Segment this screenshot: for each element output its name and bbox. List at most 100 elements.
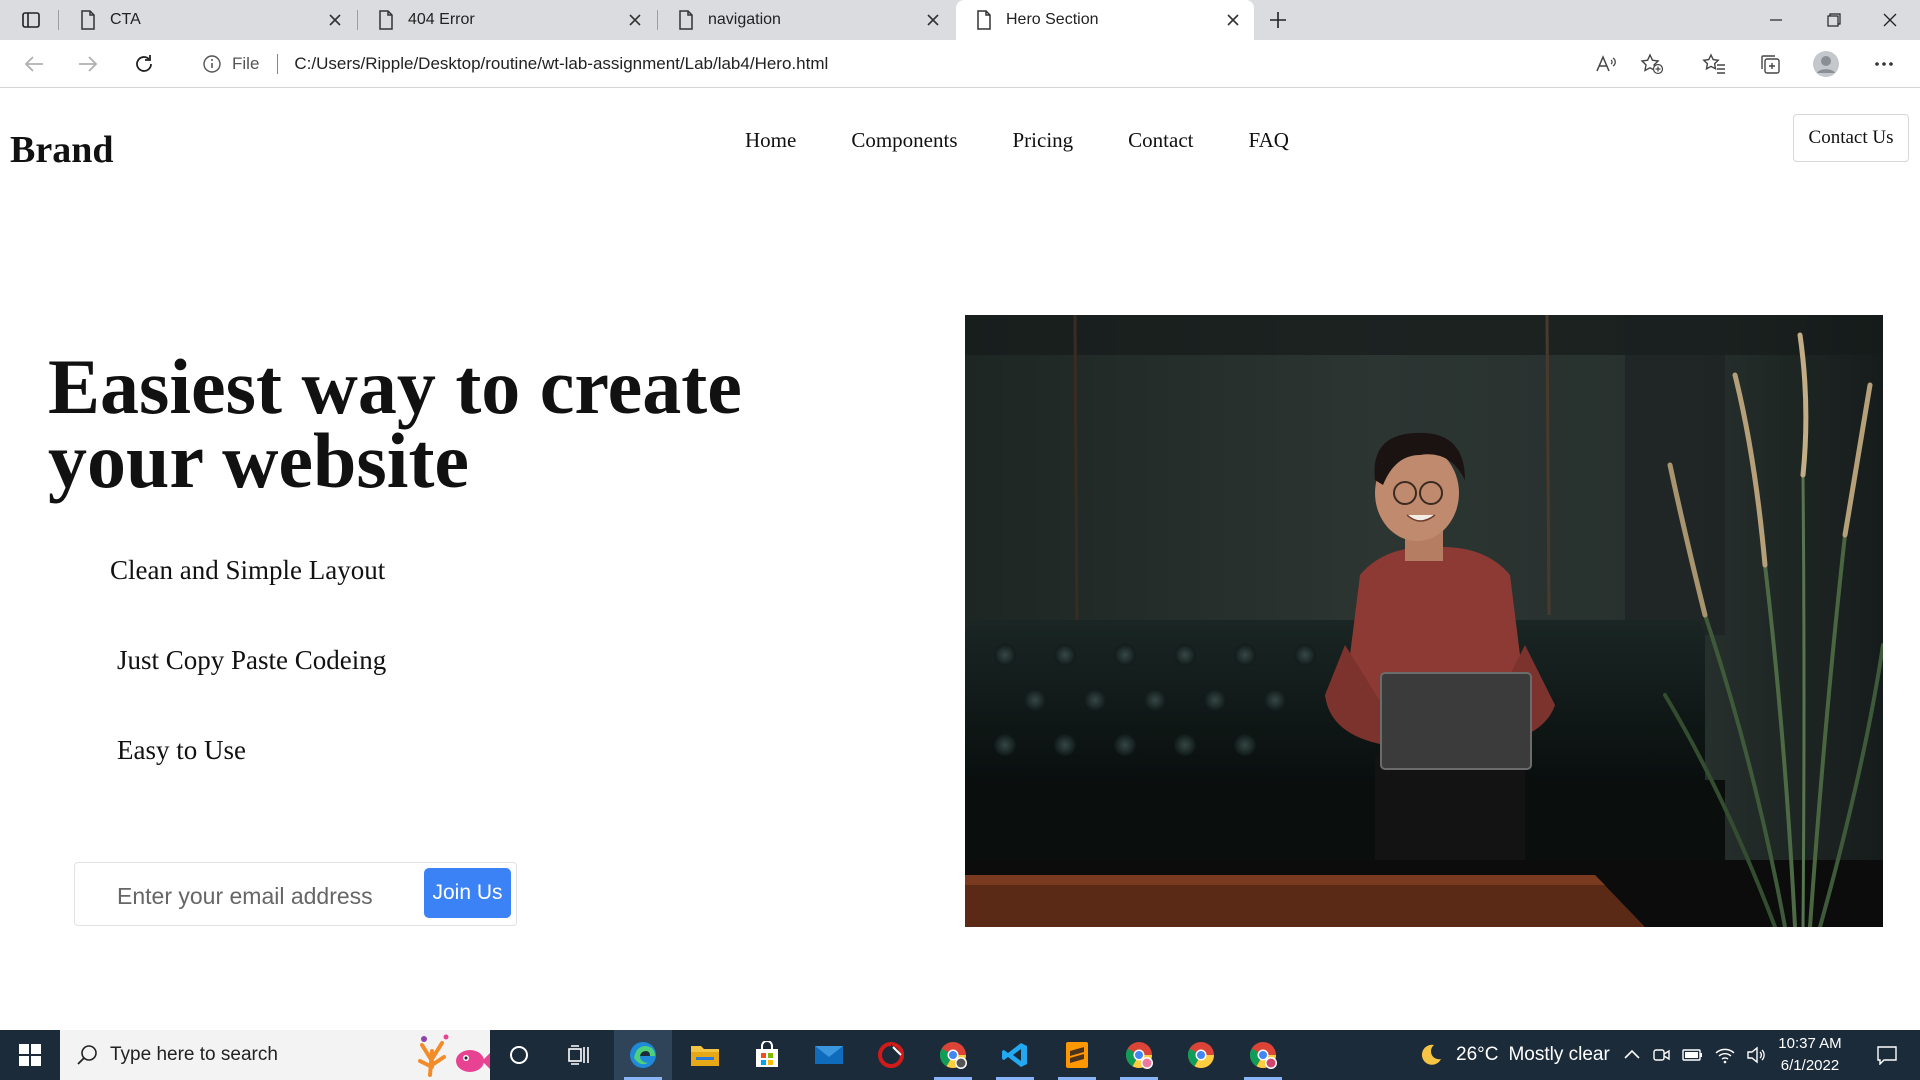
taskbar-app-chrome-profile-2[interactable]: [1110, 1030, 1168, 1080]
arrow-right-icon: [79, 56, 98, 72]
taskbar-app-sublime[interactable]: [1048, 1030, 1106, 1080]
address-bar[interactable]: File C:/Users/Ripple/Desktop/routine/wt-…: [180, 44, 1680, 84]
search-highlight-icon: [418, 1034, 490, 1077]
restore-icon: [1827, 13, 1841, 27]
taskbar-search[interactable]: Type here to search: [60, 1030, 490, 1080]
windows-taskbar: Type here to search 26°C Mostly clear 10…: [0, 1030, 1920, 1080]
avatar-icon: [1813, 51, 1839, 77]
email-input[interactable]: [115, 873, 419, 919]
weather-widget[interactable]: 26°C Mostly clear: [1418, 1030, 1610, 1080]
new-tab-button[interactable]: [1264, 8, 1292, 32]
minimize-icon: [1770, 19, 1782, 21]
settings-menu-button[interactable]: [1866, 48, 1902, 80]
forward-button[interactable]: [70, 48, 106, 80]
profile-button[interactable]: [1808, 48, 1844, 80]
collections-icon: [1761, 55, 1780, 74]
back-button[interactable]: [16, 48, 52, 80]
sublime-icon: [1066, 1042, 1088, 1068]
nav-link-home[interactable]: Home: [745, 128, 796, 153]
contact-us-button[interactable]: Contact Us: [1793, 114, 1909, 162]
start-button[interactable]: [0, 1030, 60, 1080]
nav-link-components[interactable]: Components: [851, 128, 957, 153]
brand-logo[interactable]: Brand: [10, 128, 113, 172]
nav-link-contact[interactable]: Contact: [1128, 128, 1193, 153]
mail-icon: [815, 1046, 843, 1064]
tab-hero-section[interactable]: Hero Section: [956, 0, 1254, 40]
tab-navigation[interactable]: navigation: [658, 0, 954, 40]
tab-404-error[interactable]: 404 Error: [358, 0, 656, 40]
close-icon[interactable]: [328, 13, 342, 27]
taskbar-app-file-explorer[interactable]: [676, 1030, 734, 1080]
collections-button[interactable]: [1752, 48, 1788, 80]
volume-icon[interactable]: [1746, 1045, 1768, 1065]
more-icon: [1875, 62, 1893, 66]
chrome-icon: [1187, 1042, 1215, 1069]
restore-button[interactable]: [1806, 0, 1862, 40]
page-icon: [379, 10, 393, 30]
favorites-button[interactable]: [1696, 48, 1732, 80]
tab-title: Hero Section: [1006, 11, 1099, 28]
tab-title: CTA: [110, 11, 141, 28]
battery-icon[interactable]: [1682, 1045, 1704, 1065]
star-add-icon: [1640, 53, 1664, 75]
folder-icon: [691, 1046, 719, 1066]
close-icon: [1883, 13, 1897, 27]
close-icon[interactable]: [628, 13, 642, 27]
clock-date: 6/1/2022: [1780, 1057, 1840, 1074]
tab-cta[interactable]: CTA: [60, 0, 356, 40]
tab-actions-icon[interactable]: [14, 8, 48, 32]
hero-image: [965, 315, 1883, 927]
close-icon[interactable]: [1226, 13, 1240, 27]
refresh-button[interactable]: [126, 48, 162, 80]
browser-toolbar: File C:/Users/Ripple/Desktop/routine/wt-…: [0, 40, 1920, 88]
feature-item: Clean and Simple Layout: [110, 555, 386, 585]
email-signup-form: Join Us: [74, 862, 517, 926]
meet-now-icon[interactable]: [1652, 1045, 1672, 1065]
notification-center-button[interactable]: [1862, 1030, 1912, 1080]
chevron-up-icon[interactable]: [1622, 1045, 1642, 1065]
taskbar-clock[interactable]: 10:37 AM 6/1/2022: [1772, 1033, 1848, 1077]
chrome-icon: [939, 1042, 967, 1069]
add-favorite-button[interactable]: [1634, 48, 1670, 80]
nav-link-pricing[interactable]: Pricing: [1013, 128, 1074, 153]
main-nav: Home Components Pricing Contact FAQ: [745, 128, 1344, 153]
read-aloud-button[interactable]: [1588, 48, 1624, 80]
arrow-left-icon: [24, 56, 43, 72]
info-icon[interactable]: [202, 54, 222, 74]
taskbar-app-chrome-profile-1[interactable]: [924, 1030, 982, 1080]
scheme-label: File: [232, 54, 260, 73]
hero-title: Easiest way to create your website: [48, 343, 742, 504]
moon-icon: [1421, 1044, 1441, 1065]
clock-time: 10:37 AM: [1778, 1035, 1842, 1052]
taskbar-app-edge[interactable]: [614, 1030, 672, 1080]
notification-icon: [1877, 1046, 1897, 1065]
taskbar-app-chrome[interactable]: [1172, 1030, 1230, 1080]
task-view-button[interactable]: [550, 1030, 608, 1080]
url-text[interactable]: C:/Users/Ripple/Desktop/routine/wt-lab-a…: [294, 54, 828, 74]
search-icon: [77, 1045, 97, 1065]
join-us-button[interactable]: Join Us: [424, 868, 511, 918]
close-window-button[interactable]: [1862, 0, 1918, 40]
search-placeholder: Type here to search: [110, 1044, 278, 1065]
windows-logo-icon: [19, 1044, 41, 1066]
security-app-icon: [878, 1042, 904, 1068]
taskbar-app-mail[interactable]: [800, 1030, 858, 1080]
minimize-button[interactable]: [1748, 0, 1804, 40]
close-icon[interactable]: [926, 13, 940, 27]
nav-link-faq[interactable]: FAQ: [1249, 128, 1289, 153]
browser-tab-bar: CTA 404 Error navigation Hero Section: [0, 0, 1920, 40]
taskbar-app-chrome-profile-3[interactable]: [1234, 1030, 1292, 1080]
edge-icon: [630, 1042, 656, 1068]
chrome-icon: [1125, 1042, 1153, 1069]
plus-icon: [1270, 12, 1286, 28]
read-aloud-icon: [1596, 55, 1616, 72]
taskbar-app-store[interactable]: [738, 1030, 796, 1080]
taskbar-app-antivirus[interactable]: [862, 1030, 920, 1080]
task-view-icon: [568, 1045, 589, 1065]
page-icon: [977, 10, 991, 30]
taskbar-app-vscode[interactable]: [986, 1030, 1044, 1080]
wifi-icon[interactable]: [1714, 1045, 1736, 1065]
cortana-icon: [510, 1046, 528, 1064]
cortana-button[interactable]: [490, 1030, 548, 1080]
tab-title: navigation: [708, 11, 781, 28]
